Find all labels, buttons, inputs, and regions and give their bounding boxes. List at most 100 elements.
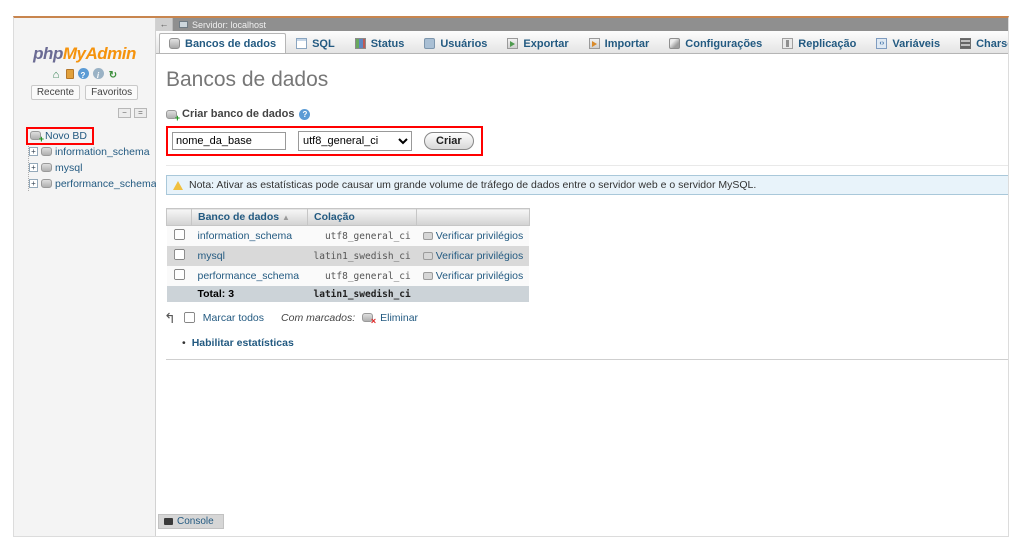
check-privileges-link[interactable]: Verificar privilégios bbox=[436, 270, 524, 282]
create-db-legend-text: Criar banco de dados bbox=[182, 108, 294, 120]
console-icon bbox=[164, 518, 173, 525]
note-text: Nota: Ativar as estatísticas pode causar… bbox=[189, 179, 756, 191]
with-selected-label: Com marcados: bbox=[281, 312, 355, 324]
tab-export[interactable]: Exportar bbox=[497, 33, 578, 53]
collation-cell[interactable]: latin1_swedish_ci bbox=[308, 246, 417, 266]
expand-icon[interactable]: + bbox=[29, 163, 38, 172]
help-icon[interactable] bbox=[78, 68, 89, 79]
database-link[interactable]: mysql bbox=[198, 250, 225, 262]
privileges-icon bbox=[423, 252, 433, 260]
tab-settings[interactable]: Configurações bbox=[659, 33, 772, 53]
table-row: performance_schema utf8_general_ci Verif… bbox=[167, 266, 530, 286]
table-row: mysql latin1_swedish_ci Verificar privil… bbox=[167, 246, 530, 266]
total-label: Total: 3 bbox=[192, 286, 308, 302]
logo-myadmin: MyAdmin bbox=[63, 44, 136, 63]
column-header-database[interactable]: Banco de dados ▲ bbox=[192, 209, 308, 226]
collation-select[interactable]: utf8_general_ci bbox=[298, 131, 412, 151]
info-icon[interactable] bbox=[93, 68, 104, 79]
check-all-arrow-icon: ↰ bbox=[164, 313, 176, 323]
form-divider bbox=[166, 165, 1009, 166]
quick-access-tabs: Recente Favoritos bbox=[14, 85, 155, 100]
table-row: information_schema utf8_general_ci Verif… bbox=[167, 226, 530, 247]
phpmyadmin-logo[interactable]: phpMyAdmin bbox=[14, 44, 155, 64]
tab-status[interactable]: Status bbox=[345, 33, 415, 53]
tree-db-link[interactable]: mysql bbox=[55, 162, 82, 174]
expand-icon[interactable]: + bbox=[29, 179, 38, 188]
tree-db-link[interactable]: performance_schema bbox=[55, 178, 157, 190]
row-checkbox[interactable] bbox=[173, 249, 184, 260]
tree-item-database[interactable]: + mysql bbox=[29, 160, 155, 175]
privileges-icon bbox=[423, 232, 433, 240]
database-icon bbox=[41, 179, 52, 188]
check-all-checkbox[interactable] bbox=[184, 312, 195, 323]
page-title: Bancos de dados bbox=[166, 68, 1009, 92]
favorites-dropdown[interactable]: Favoritos bbox=[85, 85, 138, 100]
column-header-action bbox=[417, 209, 530, 226]
create-button[interactable]: Criar bbox=[424, 132, 474, 150]
create-db-legend: Criar banco de dados ? bbox=[166, 108, 1009, 120]
create-db-highlight-box: utf8_general_ci Criar bbox=[166, 126, 483, 156]
settings-icon bbox=[669, 38, 680, 49]
unexpand-all-button[interactable]: = bbox=[134, 108, 147, 118]
check-privileges-link[interactable]: Verificar privilégios bbox=[436, 230, 524, 242]
tab-import[interactable]: Importar bbox=[579, 33, 660, 53]
bulk-actions-row: ↰ Marcar todos Com marcados: Eliminar bbox=[164, 311, 1009, 324]
databases-icon bbox=[169, 38, 180, 49]
main-panel: ← Servidor: localhost ▴ Bancos de dados … bbox=[156, 18, 1009, 536]
collapse-all-button[interactable]: − bbox=[118, 108, 131, 118]
tree-item-database[interactable]: + information_schema bbox=[29, 144, 155, 159]
reload-navigation-icon[interactable] bbox=[108, 68, 119, 79]
tree-item-database[interactable]: + performance_schema bbox=[29, 176, 155, 191]
tab-variables[interactable]: Variáveis bbox=[866, 33, 950, 53]
column-header-collation[interactable]: Colação bbox=[308, 209, 417, 226]
warning-icon bbox=[173, 181, 183, 190]
enable-statistics-link[interactable]: Habilitar estatísticas bbox=[192, 337, 294, 349]
main-tabbar: Bancos de dados SQL Status Usuários Expo… bbox=[156, 31, 1009, 54]
check-privileges-link[interactable]: Verificar privilégios bbox=[436, 250, 524, 262]
database-tree: Novo BD + information_schema + mysql + bbox=[22, 128, 155, 191]
import-icon bbox=[589, 38, 600, 49]
expand-icon[interactable]: + bbox=[29, 147, 38, 156]
drop-database-icon bbox=[362, 313, 373, 322]
tab-sql[interactable]: SQL bbox=[286, 33, 345, 53]
new-db-link[interactable]: Novo BD bbox=[45, 130, 87, 142]
database-icon bbox=[41, 147, 52, 156]
collation-cell[interactable]: utf8_general_ci bbox=[308, 266, 417, 286]
row-checkbox[interactable] bbox=[173, 269, 184, 280]
console-toggle[interactable]: Console bbox=[158, 514, 224, 529]
drop-link[interactable]: Eliminar bbox=[380, 312, 418, 324]
row-checkbox[interactable] bbox=[173, 229, 184, 240]
database-link[interactable]: information_schema bbox=[198, 230, 293, 242]
header-checkbox-cell bbox=[167, 209, 192, 226]
server-label[interactable]: Servidor: localhost bbox=[192, 20, 266, 30]
content-area: Bancos de dados Criar banco de dados ? u… bbox=[156, 54, 1009, 536]
tree-branch: + information_schema + mysql + performan… bbox=[28, 144, 155, 191]
status-icon bbox=[355, 38, 366, 49]
server-breadcrumb-bar: ← Servidor: localhost ▴ bbox=[156, 18, 1009, 31]
database-link[interactable]: performance_schema bbox=[198, 270, 300, 282]
home-icon[interactable] bbox=[51, 68, 62, 79]
tab-replication[interactable]: Replicação bbox=[772, 33, 866, 53]
server-icon bbox=[179, 21, 188, 28]
new-database-icon bbox=[30, 131, 41, 140]
bottom-divider bbox=[166, 359, 1009, 360]
database-icon bbox=[41, 163, 52, 172]
recent-dropdown[interactable]: Recente bbox=[31, 85, 80, 100]
db-name-input[interactable] bbox=[172, 132, 286, 150]
create-database-section: Criar banco de dados ? utf8_general_ci C… bbox=[166, 108, 1009, 166]
tab-charsets[interactable]: Charsets bbox=[950, 33, 1009, 53]
table-header-row: Banco de dados ▲ Colação bbox=[167, 209, 530, 226]
console-label: Console bbox=[177, 516, 214, 527]
users-icon bbox=[424, 38, 435, 49]
tab-databases[interactable]: Bancos de dados bbox=[159, 33, 286, 53]
docs-help-icon[interactable]: ? bbox=[299, 109, 310, 120]
logout-icon[interactable] bbox=[66, 69, 74, 79]
tree-item-new-db[interactable]: Novo BD bbox=[22, 128, 155, 143]
privileges-icon bbox=[423, 272, 433, 280]
back-button[interactable]: ← bbox=[156, 18, 173, 31]
check-all-link[interactable]: Marcar todos bbox=[203, 312, 264, 324]
navigation-sidebar: phpMyAdmin Recente Favoritos − = Novo BD bbox=[14, 18, 156, 536]
collation-cell[interactable]: utf8_general_ci bbox=[308, 226, 417, 247]
tree-db-link[interactable]: information_schema bbox=[55, 146, 150, 158]
tab-users[interactable]: Usuários bbox=[414, 33, 497, 53]
